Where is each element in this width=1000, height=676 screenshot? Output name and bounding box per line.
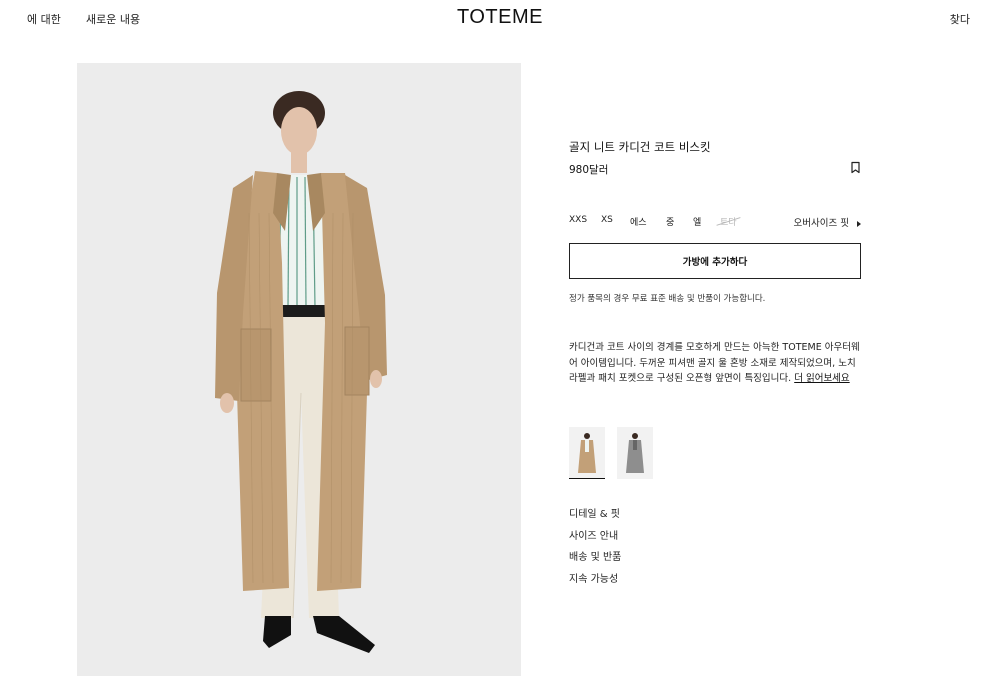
size-option-xs[interactable]: XS — [601, 215, 613, 225]
product-title: 골지 니트 카디건 코트 비스킷 — [569, 140, 711, 154]
product-description: 카디건과 코트 사이의 경계를 모호하게 만드는 아늑한 TOTEME 아우터웨… — [569, 340, 861, 387]
bookmark-icon[interactable] — [850, 161, 861, 174]
accordion-sustainability[interactable]: 지속 가능성 — [569, 570, 618, 585]
color-swatch-grey[interactable] — [617, 427, 653, 479]
accordion-size-guide[interactable]: 사이즈 안내 — [569, 527, 618, 542]
brand-logo[interactable]: TOTEME — [0, 6, 1000, 29]
size-option-xl-soldout: 트다 — [720, 215, 737, 228]
size-option-m[interactable]: 중 — [666, 215, 674, 228]
beige-coat-thumbnail — [569, 427, 605, 479]
grey-coat-thumbnail — [617, 427, 653, 479]
fit-note-label: 오버사이즈 핏 — [793, 218, 849, 229]
size-option-s[interactable]: 에스 — [630, 215, 647, 228]
product-price: 980달러 — [569, 164, 609, 176]
search-link[interactable]: 찾다 — [950, 11, 970, 27]
read-more-link[interactable]: 더 읽어보세요 — [794, 373, 849, 384]
size-option-xxs[interactable]: XXS — [569, 215, 587, 225]
accordion-shipping-returns[interactable]: 배송 및 반품 — [569, 548, 621, 563]
accordion-details-fit[interactable]: 디테일 & 핏 — [569, 505, 620, 520]
model-wearing-coat-illustration — [77, 63, 521, 676]
fit-guide-link[interactable]: 오버사이즈 핏 — [794, 215, 861, 229]
selected-swatch-indicator — [569, 478, 605, 479]
shipping-note: 정가 품목의 경우 무료 표준 배송 및 반품이 가능합니다. — [569, 294, 766, 304]
color-swatch-beige[interactable] — [569, 427, 605, 479]
caret-right-icon — [857, 220, 861, 227]
product-image — [77, 63, 521, 676]
size-option-l[interactable]: 엘 — [693, 215, 701, 228]
add-to-bag-button[interactable]: 가방에 추가하다 — [569, 243, 861, 279]
logo-text[interactable]: TOTEME — [457, 6, 543, 29]
size-selector: XXS XS 에스 중 엘 트다 오버사이즈 핏 — [569, 215, 861, 229]
